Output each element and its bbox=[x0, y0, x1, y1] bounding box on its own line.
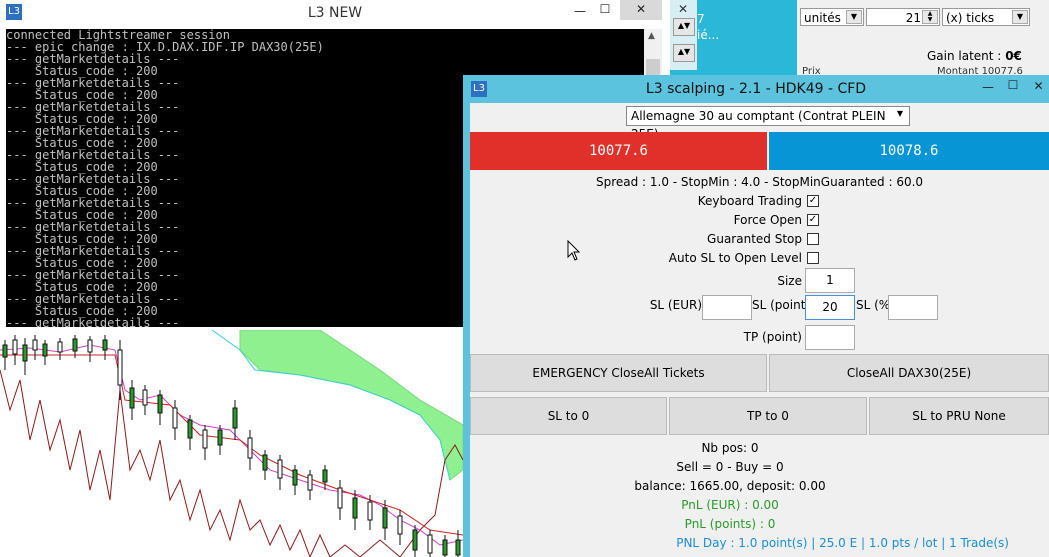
background-text: 7 bbox=[697, 12, 705, 26]
close-all-instrument-button[interactable]: CloseAll DAX30(25E) bbox=[769, 354, 1049, 392]
spread-info: Spread : 1.0 - StopMin : 4.0 - StopMinGu… bbox=[595, 175, 924, 189]
mouse-cursor-icon bbox=[567, 240, 581, 261]
tenkan-line bbox=[0, 344, 463, 546]
close-icon[interactable]: ✕ bbox=[620, 0, 662, 20]
spin-button[interactable]: ▲▼ bbox=[673, 18, 695, 36]
background-text: ié... bbox=[697, 28, 720, 42]
guaranted-stop-label: Guaranted Stop bbox=[707, 232, 802, 246]
chart-canvas bbox=[0, 330, 463, 557]
scalping-panel: Allemagne 30 au comptant (Contrat PLEIN … bbox=[470, 103, 1049, 557]
pnl-eur: PnL (EUR) : 0.00 bbox=[681, 498, 779, 512]
force-open-label: Force Open bbox=[733, 213, 802, 227]
scalping-titlebar[interactable]: L3 L3 scalping - 2.1 - HDK49 - CFD — ☐ ✕ bbox=[463, 75, 1049, 103]
buy-button[interactable]: 10078.6 bbox=[769, 132, 1049, 170]
chevron-down-icon[interactable]: ▼ bbox=[892, 108, 908, 122]
sl-to-pru-button[interactable]: SL to PRU None bbox=[869, 397, 1049, 435]
sell-button[interactable]: 10077.6 bbox=[470, 132, 767, 170]
auto-sl-label: Auto SL to Open Level bbox=[668, 251, 802, 265]
scalping-window: L3 L3 scalping - 2.1 - HDK49 - CFD — ☐ ✕… bbox=[463, 75, 1049, 557]
size-input[interactable]: 1 bbox=[805, 268, 855, 293]
emergency-close-all-button[interactable]: EMERGENCY CloseAll Tickets bbox=[470, 354, 767, 392]
guaranted-stop-checkbox[interactable] bbox=[807, 233, 819, 245]
tp-point-label: TP (point) bbox=[743, 330, 802, 344]
instrument-select[interactable]: Allemagne 30 au comptant (Contrat PLEIN … bbox=[626, 106, 910, 141]
tp-to-0-button[interactable]: TP to 0 bbox=[669, 397, 867, 435]
price-chart bbox=[0, 330, 463, 557]
nb-pos: Nb pos: 0 bbox=[701, 441, 759, 455]
sl-point-label: SL (point) bbox=[752, 298, 811, 312]
console-titlebar[interactable]: L3 L3 NEW — ☐ ✕ bbox=[0, 0, 670, 27]
gain-latent: Gain latent : 0€ bbox=[927, 49, 1022, 63]
keyboard-trading-checkbox[interactable]: ✓ bbox=[807, 195, 819, 207]
sl-eur-label: SL (EUR) bbox=[649, 298, 702, 312]
sl-to-0-button[interactable]: SL to 0 bbox=[470, 397, 667, 435]
pnl-points: PnL (points) : 0 bbox=[684, 517, 776, 531]
pnl-day: PNL Day : 1.0 point(s) | 25.0 E | 1.0 pt… bbox=[676, 536, 1009, 550]
side-window-fragment: ✕ ▲▼ ▲▼ bbox=[670, 0, 697, 70]
close-icon[interactable]: ✕ bbox=[678, 2, 688, 16]
force-open-checkbox[interactable]: ✓ bbox=[807, 214, 819, 226]
size-label: Size bbox=[777, 274, 802, 288]
chevron-down-icon[interactable]: ▼ bbox=[846, 10, 862, 24]
candles bbox=[2, 335, 461, 557]
order-toolbar: unités ▼ 21 ▲ ▼ (x) ticks ▼ Gain latent :… bbox=[797, 0, 1049, 77]
maximize-icon[interactable]: ☐ bbox=[590, 0, 620, 20]
balance-info: balance: 1665.00, deposit: 0.00 bbox=[634, 479, 826, 493]
ticks-select[interactable]: (x) ticks ▼ bbox=[942, 8, 1030, 26]
sell-buy-count: Sell = 0 - Buy = 0 bbox=[676, 460, 784, 474]
sl-point-input[interactable]: 20 bbox=[805, 295, 855, 320]
unit-select[interactable]: unités ▼ bbox=[800, 8, 864, 26]
maximize-icon[interactable]: ☐ bbox=[998, 76, 1028, 96]
tp-point-input[interactable] bbox=[805, 325, 855, 350]
amount-stepper[interactable]: 21 ▲ ▼ bbox=[866, 8, 940, 26]
chevron-down-icon[interactable]: ▼ bbox=[1012, 10, 1028, 24]
spin-button[interactable]: ▲▼ bbox=[673, 44, 695, 62]
sl-eur-input[interactable] bbox=[702, 295, 752, 320]
close-icon[interactable]: ✕ bbox=[1028, 77, 1049, 97]
auto-sl-checkbox[interactable] bbox=[807, 252, 819, 264]
stepper-icon[interactable]: ▲ ▼ bbox=[922, 10, 938, 24]
scalping-title: L3 scalping - 2.1 - HDK49 - CFD bbox=[645, 81, 867, 97]
cloud-area bbox=[239, 330, 463, 481]
sl-pct-input[interactable] bbox=[888, 295, 938, 320]
scroll-up-icon[interactable]: ▲ bbox=[648, 31, 655, 41]
keyboard-trading-label: Keyboard Trading bbox=[697, 194, 802, 208]
